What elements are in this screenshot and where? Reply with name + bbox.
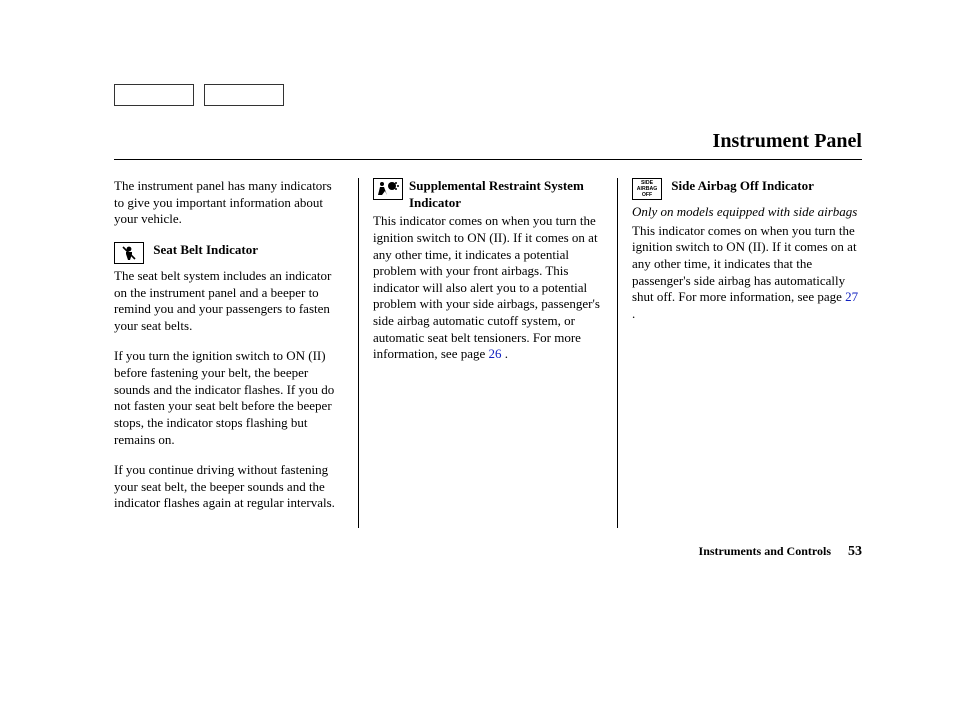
- manual-page: Instrument Panel The instrument panel ha…: [0, 0, 954, 710]
- page-title: Instrument Panel: [713, 130, 862, 153]
- content-columns: The instrument panel has many indicators…: [114, 178, 862, 528]
- srs-p1-body: This indicator comes on when you turn th…: [373, 213, 600, 361]
- column-3: SIDE AIRBAG OFF Side Airbag Off Indicato…: [618, 178, 862, 528]
- nav-button-2[interactable]: [204, 84, 284, 106]
- heading-sideairbag: Side Airbag Off Indicator: [671, 178, 814, 193]
- page-footer: Instruments and Controls 53: [699, 544, 862, 560]
- side-airbag-off-icon: SIDE AIRBAG OFF: [632, 178, 662, 200]
- heading-srs: Supplemental Restraint System Indicator: [409, 178, 584, 210]
- side-airbag-off-icon-text: SIDE AIRBAG OFF: [633, 179, 661, 198]
- heading-seatbelt: Seat Belt Indicator: [153, 242, 258, 257]
- sideairbag-p1-tail: .: [632, 306, 635, 321]
- top-button-row: [114, 84, 862, 106]
- seatbelt-p3: If you continue driving without fastenin…: [114, 462, 344, 512]
- seatbelt-p1: The seat belt system includes an indicat…: [114, 268, 344, 335]
- srs-p1: This indicator comes on when you turn th…: [373, 213, 603, 363]
- nav-button-1[interactable]: [114, 84, 194, 106]
- srs-airbag-icon: [373, 178, 403, 200]
- page-ref-27[interactable]: 27: [845, 289, 858, 304]
- section-heading-sideairbag: SIDE AIRBAG OFF Side Airbag Off Indicato…: [632, 178, 862, 202]
- srs-p1-tail: .: [502, 346, 509, 361]
- sideairbag-note: Only on models equipped with side airbag…: [632, 204, 862, 221]
- page-ref-26[interactable]: 26: [489, 346, 502, 361]
- footer-section: Instruments and Controls: [699, 544, 831, 558]
- seatbelt-p2: If you turn the ignition switch to ON (I…: [114, 348, 344, 448]
- sideairbag-p1-body: This indicator comes on when you turn th…: [632, 223, 857, 305]
- column-1: The instrument panel has many indicators…: [114, 178, 358, 528]
- sideairbag-p1: This indicator comes on when you turn th…: [632, 223, 862, 323]
- section-heading-srs: Supplemental Restraint System Indicator: [373, 178, 603, 211]
- seatbelt-icon: [114, 242, 144, 264]
- intro-paragraph: The instrument panel has many indicators…: [114, 178, 344, 228]
- footer-page-number: 53: [848, 544, 862, 559]
- column-2: Supplemental Restraint System Indicator …: [359, 178, 617, 528]
- section-heading-seatbelt: Seat Belt Indicator: [114, 242, 344, 266]
- title-row: Instrument Panel: [114, 130, 862, 160]
